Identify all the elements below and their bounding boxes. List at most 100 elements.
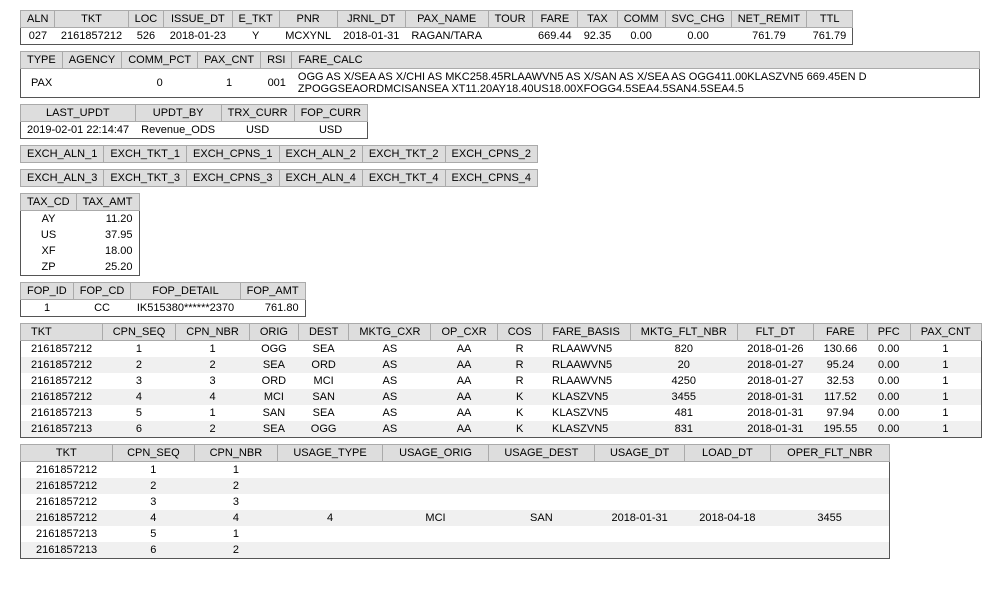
col: EXCH_CPNS_4 <box>445 170 537 187</box>
cell: K <box>497 405 542 421</box>
tax-cols: TAX_CDTAX_AMT <box>21 194 140 211</box>
cell: ZP <box>21 259 77 276</box>
col-fop-cd: FOP_CD <box>73 283 131 300</box>
cell: AA <box>431 373 497 389</box>
col: EXCH_TKT_2 <box>362 146 445 163</box>
table-row: 216185721351 <box>21 526 890 542</box>
col: USAGE_TYPE <box>277 445 383 462</box>
col: EXCH_TKT_4 <box>362 170 445 187</box>
cell: AS <box>349 341 431 358</box>
cell: 1 <box>112 462 195 479</box>
table-row: XF18.00 <box>21 243 140 259</box>
col-ttl: TTL <box>807 11 853 28</box>
ticket-header-cols: ALNTKTLOCISSUE_DTE_TKTPNRJRNL_DTPAX_NAME… <box>21 11 853 28</box>
cell: MCI <box>298 373 348 389</box>
cell: US <box>21 227 77 243</box>
cell: 2019-02-01 22:14:47 <box>21 122 136 139</box>
cell: 4250 <box>630 373 737 389</box>
cell: 1 <box>198 69 261 98</box>
cell: ORD <box>249 373 298 389</box>
table-row: 216185721222SEAORDASAARRLAAWVN5202018-01… <box>21 357 982 373</box>
fop-table: FOP_IDFOP_CDFOP_DETAILFOP_AMT 1CCIK51538… <box>20 282 306 317</box>
exch34-cols: EXCH_ALN_3EXCH_TKT_3EXCH_CPNS_3EXCH_ALN_… <box>21 170 538 187</box>
col-agency: AGENCY <box>62 52 121 69</box>
cell: 20 <box>630 357 737 373</box>
cell: 117.52 <box>814 389 868 405</box>
col: USAGE_ORIG <box>383 445 488 462</box>
cell: R <box>497 341 542 358</box>
col-pnr: PNR <box>279 11 337 28</box>
cell: 2 <box>176 357 250 373</box>
cell: 1 <box>910 421 981 438</box>
updt-row: 2019-02-01 22:14:47Revenue_ODSUSDUSD <box>21 122 368 139</box>
cell <box>595 462 685 479</box>
cell <box>685 542 771 559</box>
cell: ORD <box>298 357 348 373</box>
col: EXCH_TKT_1 <box>104 146 187 163</box>
col: CPN_NBR <box>195 445 278 462</box>
col: FARE <box>814 324 868 341</box>
cell: 4 <box>112 510 195 526</box>
cell: 2161857213 <box>21 421 103 438</box>
cell: AA <box>431 389 497 405</box>
cell: AA <box>431 421 497 438</box>
cell <box>488 494 595 510</box>
cell: AA <box>431 341 497 358</box>
col: PFC <box>867 324 910 341</box>
cell <box>770 478 889 494</box>
col: EXCH_TKT_3 <box>104 170 187 187</box>
cell: 4 <box>277 510 383 526</box>
col: EXCH_ALN_1 <box>21 146 104 163</box>
col: DEST <box>298 324 348 341</box>
cell: 1 <box>21 300 74 317</box>
col: CPN_SEQ <box>112 445 195 462</box>
table-row: 216185721211 <box>21 462 890 479</box>
cell: Revenue_ODS <box>135 122 221 139</box>
cell: 97.94 <box>814 405 868 421</box>
col-rsi: RSI <box>261 52 292 69</box>
cell: 5 <box>102 405 176 421</box>
cell: 32.53 <box>814 373 868 389</box>
cell: 2 <box>112 478 195 494</box>
col-tkt: TKT <box>55 11 128 28</box>
cell: R <box>497 373 542 389</box>
cell <box>488 542 595 559</box>
cell: 4 <box>195 510 278 526</box>
cell: 1 <box>102 341 176 358</box>
col-net-remit: NET_REMIT <box>731 11 806 28</box>
cell: Y <box>232 28 279 45</box>
cell: 027 <box>21 28 55 45</box>
tax-table: TAX_CDTAX_AMT AY11.20 US37.95 XF18.00 ZP… <box>20 193 140 276</box>
cell: 1 <box>910 357 981 373</box>
cell: K <box>497 421 542 438</box>
cell: MCI <box>383 510 488 526</box>
cell: 2018-01-23 <box>164 28 232 45</box>
col-tax: TAX <box>578 11 618 28</box>
cell <box>770 542 889 559</box>
col-tax-cd: TAX_CD <box>21 194 77 211</box>
cell: AY <box>21 211 77 228</box>
cell: 0.00 <box>867 341 910 358</box>
cell: KLASZVN5 <box>542 421 630 438</box>
col: USAGE_DEST <box>488 445 595 462</box>
cell: MCXYNL <box>279 28 337 45</box>
cell <box>277 526 383 542</box>
col-svc-chg: SVC_CHG <box>665 11 731 28</box>
col: EXCH_CPNS_1 <box>187 146 279 163</box>
cell: AS <box>349 405 431 421</box>
cell: RLAAWVN5 <box>542 341 630 358</box>
cell: 1 <box>910 389 981 405</box>
cell: 92.35 <box>578 28 618 45</box>
col-fare-calc: FARE_CALC <box>292 52 980 69</box>
col: TKT <box>21 445 113 462</box>
cell: SEA <box>249 357 298 373</box>
col: OP_CXR <box>431 324 497 341</box>
cell: 6 <box>102 421 176 438</box>
cell <box>488 28 532 45</box>
cell: RLAAWVN5 <box>542 357 630 373</box>
cell: AS <box>349 357 431 373</box>
cell <box>770 462 889 479</box>
cell: SEA <box>298 341 348 358</box>
cell: 0.00 <box>617 28 665 45</box>
col: LOAD_DT <box>685 445 771 462</box>
